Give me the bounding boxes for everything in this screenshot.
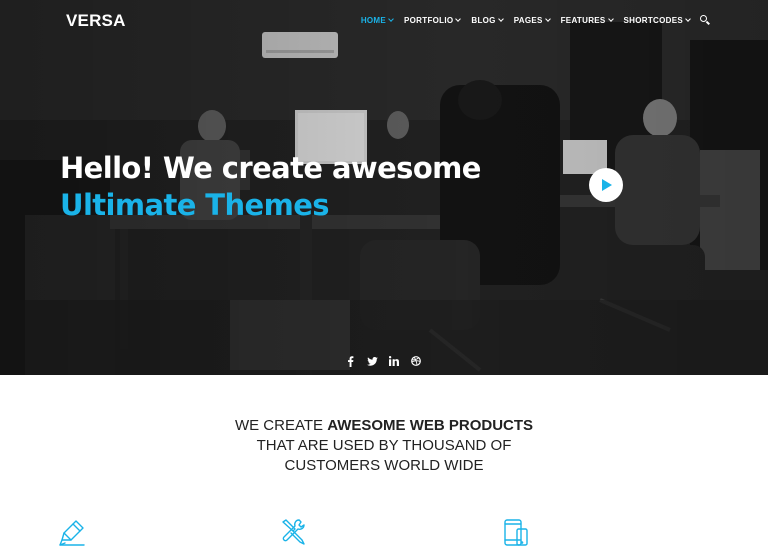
dribbble-icon[interactable] bbox=[410, 355, 422, 367]
search-icon[interactable] bbox=[700, 15, 710, 25]
chevron-down-icon bbox=[685, 15, 691, 22]
hero-section: VERSA HOME PORTFOLIO BLOG PAGES FEATURES… bbox=[0, 0, 768, 375]
hero-title-highlight: Ultimate Themes bbox=[60, 188, 330, 222]
nav-item-label: BLOG bbox=[471, 15, 496, 25]
linkedin-icon[interactable] bbox=[388, 355, 400, 367]
nav-item-shortcodes[interactable]: SHORTCODES bbox=[623, 15, 691, 25]
nav-item-label: FEATURES bbox=[560, 15, 606, 25]
site-logo[interactable]: VERSA bbox=[66, 11, 126, 31]
tagline-line-2: THAT ARE USED BY THOUSAND OF bbox=[256, 437, 512, 454]
main-navigation: HOME PORTFOLIO BLOG PAGES FEATURES SHORT… bbox=[350, 15, 710, 25]
play-icon bbox=[602, 179, 612, 191]
chevron-down-icon bbox=[388, 15, 394, 22]
nav-item-label: PORTFOLIO bbox=[404, 15, 454, 25]
facebook-icon[interactable] bbox=[344, 355, 356, 367]
hero-title-line: Hello! We create awesome bbox=[60, 151, 481, 185]
nav-item-label: HOME bbox=[360, 15, 387, 25]
nav-item-label: SHORTCODES bbox=[623, 15, 683, 25]
tagline-highlight: AWESOME WEB PRODUCTS bbox=[327, 417, 534, 434]
tagline-line-1: WE CREATE AWESOME WEB PRODUCTS bbox=[0, 416, 768, 436]
nav-item-label: PAGES bbox=[513, 15, 543, 25]
intro-tagline: WE CREATE AWESOME WEB PRODUCTS THAT ARE … bbox=[0, 416, 768, 476]
chevron-down-icon bbox=[607, 15, 614, 22]
hero-headline: Hello! We create awesome Ultimate Themes bbox=[60, 150, 481, 224]
tagline-prefix: WE CREATE bbox=[234, 417, 328, 434]
nav-item-features[interactable]: FEATURES bbox=[560, 15, 614, 25]
tagline-line-3: CUSTOMERS WORLD WIDE bbox=[284, 457, 484, 474]
play-video-button[interactable] bbox=[589, 168, 623, 202]
nav-item-home[interactable]: HOME bbox=[360, 15, 394, 25]
nav-item-blog[interactable]: BLOG bbox=[471, 15, 504, 25]
nav-item-pages[interactable]: PAGES bbox=[513, 15, 551, 25]
tools-icon bbox=[282, 519, 305, 545]
social-links bbox=[344, 355, 432, 367]
chevron-down-icon bbox=[497, 15, 504, 22]
chevron-down-icon bbox=[544, 15, 551, 22]
chevron-down-icon bbox=[455, 15, 462, 22]
nav-item-portfolio[interactable]: PORTFOLIO bbox=[404, 15, 462, 25]
twitter-icon[interactable] bbox=[366, 355, 378, 367]
pencil-icon bbox=[59, 520, 85, 546]
devices-icon bbox=[504, 519, 528, 546]
